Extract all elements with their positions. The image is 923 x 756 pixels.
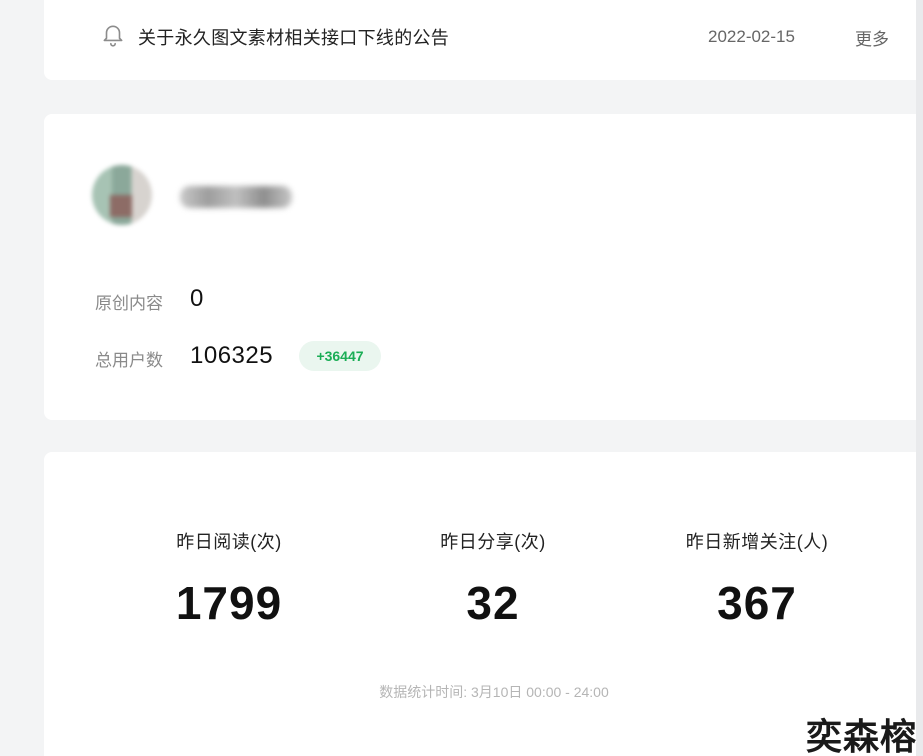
bell-icon (103, 25, 123, 47)
total-users-label: 总用户数 (95, 351, 163, 370)
stats-time-footnote: 数据统计时间: 3月10日 00:00 - 24:00 (379, 684, 609, 700)
account-name (180, 186, 292, 208)
user-growth-badge: +36447 (299, 341, 381, 371)
account-card (44, 114, 923, 420)
watermark: 奕森榕 (806, 716, 918, 756)
metric-shares-label: 昨日分享(次) (440, 532, 546, 552)
original-content-label: 原创内容 (95, 294, 163, 313)
scrollbar-track[interactable] (916, 0, 923, 756)
more-link[interactable]: 更多 (855, 25, 889, 50)
metric-shares-value: 32 (466, 577, 520, 629)
notice-date: 2022-02-15 (708, 27, 795, 46)
page: 关于永久图文素材相关接口下线的公告 2022-02-15 更多 原创内容 0 总… (0, 0, 923, 756)
total-users-value: 106325 (190, 342, 274, 369)
metric-reads-label: 昨日阅读(次) (176, 532, 282, 552)
notice-title-link[interactable]: 关于永久图文素材相关接口下线的公告 (138, 24, 449, 50)
metric-shares: 昨日分享(次) 32 (383, 528, 603, 630)
metric-new-followers-value: 367 (717, 577, 797, 629)
metric-new-followers-label: 昨日新增关注(人) (685, 532, 829, 552)
metric-reads: 昨日阅读(次) 1799 (119, 528, 339, 630)
avatar[interactable] (92, 165, 152, 225)
metric-reads-value: 1799 (175, 577, 283, 629)
original-content-value: 0 (190, 285, 204, 312)
metric-new-followers: 昨日新增关注(人) 367 (647, 528, 867, 630)
